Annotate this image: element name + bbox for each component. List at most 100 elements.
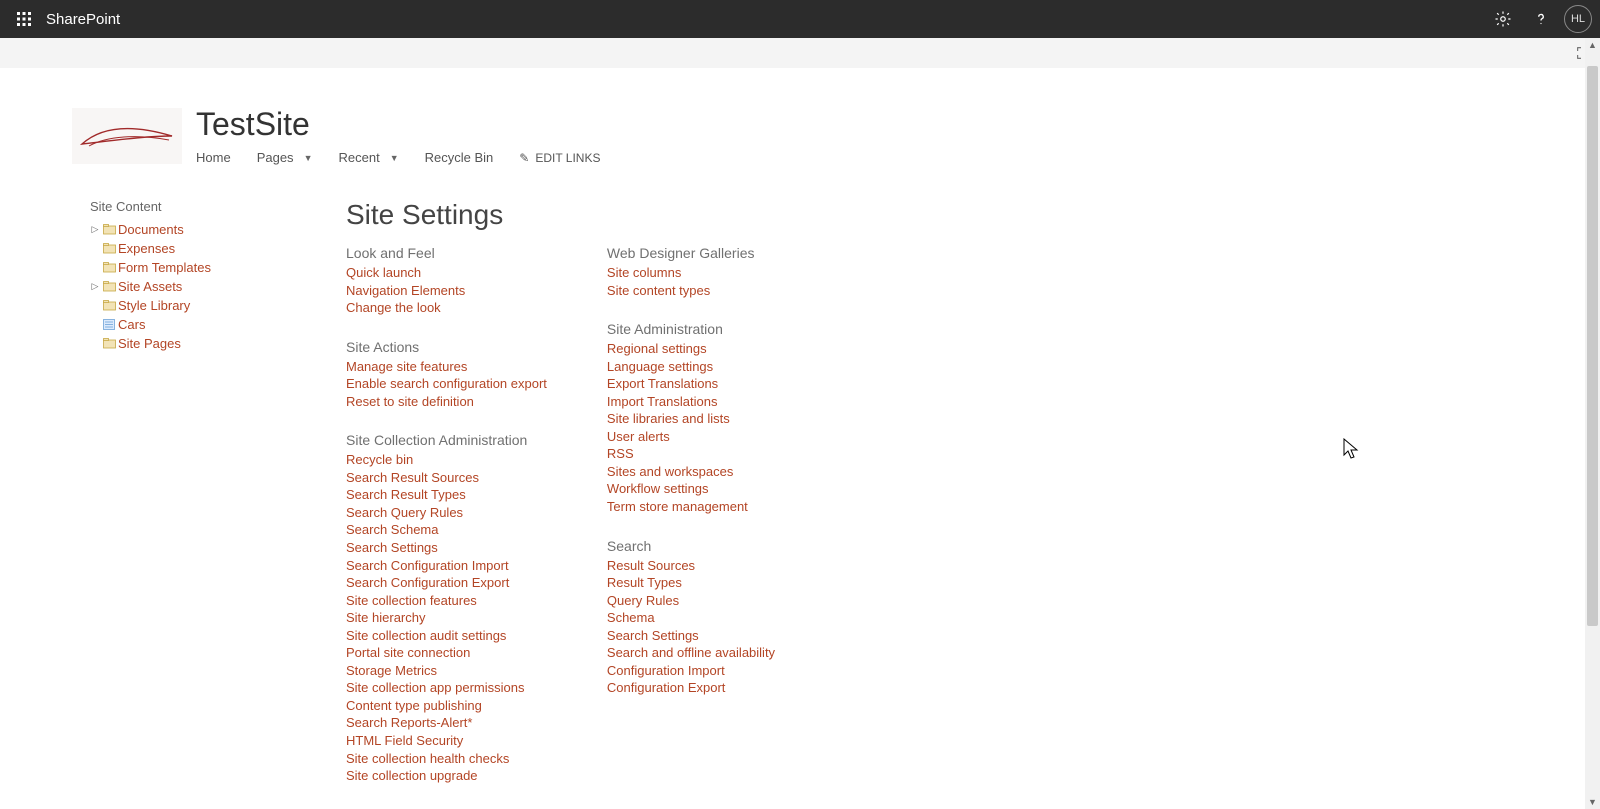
group-heading: Look and Feel	[346, 245, 547, 261]
settings-link[interactable]: Query Rules	[607, 592, 775, 610]
nav-home[interactable]: Home	[196, 150, 231, 165]
vertical-scrollbar[interactable]: ▲ ▼	[1585, 38, 1600, 809]
settings-link[interactable]: Site collection audit settings	[346, 627, 547, 645]
nav-pages[interactable]: Pages ▼	[257, 150, 313, 165]
settings-link[interactable]: Export Translations	[607, 375, 775, 393]
app-launcher-icon[interactable]	[8, 3, 40, 35]
tree-link[interactable]: Site Pages	[118, 336, 181, 351]
settings-group: Look and Feel Quick launchNavigation Elem…	[346, 245, 547, 317]
settings-link[interactable]: Search Reports-Alert*	[346, 714, 547, 732]
settings-link[interactable]: Search Configuration Export	[346, 574, 547, 592]
settings-link[interactable]: Search Result Sources	[346, 469, 547, 487]
avatar[interactable]: HL	[1564, 5, 1592, 33]
edit-links-button[interactable]: ✎ EDIT LINKS	[519, 151, 600, 165]
tree-item: Site Pages	[90, 334, 322, 352]
site-logo[interactable]	[72, 108, 182, 164]
settings-link[interactable]: HTML Field Security	[346, 732, 547, 750]
title-block: TestSite Home Pages ▼ Recent ▼ Recycle B…	[196, 108, 600, 165]
settings-link[interactable]: Quick launch	[346, 264, 547, 282]
settings-link[interactable]: Recycle bin	[346, 451, 547, 469]
settings-link[interactable]: Content type publishing	[346, 697, 547, 715]
settings-column-2: Web Designer Galleries Site columnsSite c…	[607, 245, 775, 809]
chevron-down-icon: ▼	[390, 153, 399, 163]
settings-link[interactable]: Site content types	[607, 282, 775, 300]
settings-group: Site ActionsManage site featuresEnable s…	[346, 339, 547, 411]
settings-link[interactable]: Manage site features	[346, 358, 547, 376]
left-nav-heading: Site Content	[90, 199, 322, 214]
settings-link[interactable]: Workflow settings	[607, 480, 775, 498]
group-heading: Web Designer Galleries	[607, 245, 775, 261]
site-content-tree: ▷ Documents Expenses Form Templates ▷ Site As…	[90, 220, 322, 352]
settings-link[interactable]: Search and offline availability	[607, 644, 775, 662]
tree-link[interactable]: Style Library	[118, 298, 190, 313]
page-title: Site Settings	[346, 199, 1600, 231]
suite-brand[interactable]: SharePoint	[46, 11, 120, 28]
gear-icon[interactable]	[1488, 4, 1518, 34]
settings-link[interactable]: Search Schema	[346, 521, 547, 539]
settings-group: Site Collection AdministrationRecycle bi…	[346, 432, 547, 784]
settings-link[interactable]: Configuration Export	[607, 679, 775, 697]
settings-link[interactable]: Change the look	[346, 299, 547, 317]
group-heading: Search	[607, 538, 775, 554]
nav-pages-label: Pages	[257, 150, 294, 165]
folder-icon	[102, 280, 116, 292]
site-header: TestSite Home Pages ▼ Recent ▼ Recycle B…	[0, 68, 1600, 165]
scroll-thumb[interactable]	[1587, 66, 1598, 626]
tree-item: Style Library	[90, 296, 322, 314]
folder-icon	[102, 223, 116, 235]
suite-bar: SharePoint HL	[0, 0, 1600, 38]
tree-link[interactable]: Documents	[118, 222, 184, 237]
settings-link[interactable]: Site hierarchy	[346, 609, 547, 627]
settings-link[interactable]: Site collection upgrade	[346, 767, 547, 785]
tree-link[interactable]: Expenses	[118, 241, 175, 256]
settings-link[interactable]: Term store management	[607, 498, 775, 516]
tree-link[interactable]: Form Templates	[118, 260, 211, 275]
pencil-icon: ✎	[519, 151, 529, 165]
tree-item: Cars	[90, 315, 322, 333]
ribbon-row	[0, 38, 1600, 68]
settings-link[interactable]: Result Sources	[607, 557, 775, 575]
settings-link[interactable]: Site columns	[607, 264, 775, 282]
tree-link[interactable]: Site Assets	[118, 279, 182, 294]
expand-icon[interactable]: ▷	[90, 224, 100, 235]
settings-link[interactable]: Regional settings	[607, 340, 775, 358]
settings-link[interactable]: Search Query Rules	[346, 504, 547, 522]
nav-recent-label: Recent	[338, 150, 379, 165]
settings-link[interactable]: Search Settings	[607, 627, 775, 645]
settings-link[interactable]: Reset to site definition	[346, 393, 547, 411]
expand-icon[interactable]: ▷	[90, 281, 100, 292]
settings-link[interactable]: Language settings	[607, 358, 775, 376]
settings-link[interactable]: Storage Metrics	[346, 662, 547, 680]
settings-link[interactable]: RSS	[607, 445, 775, 463]
settings-link[interactable]: Schema	[607, 609, 775, 627]
scroll-down-icon[interactable]: ▼	[1585, 795, 1600, 809]
settings-column-1: Look and Feel Quick launchNavigation Elem…	[346, 245, 547, 809]
nav-recycle-bin[interactable]: Recycle Bin	[425, 150, 494, 165]
tree-link[interactable]: Cars	[118, 317, 145, 332]
settings-link[interactable]: Search Settings	[346, 539, 547, 557]
settings-link[interactable]: Portal site connection	[346, 644, 547, 662]
settings-link[interactable]: Search Configuration Import	[346, 557, 547, 575]
tree-item: Form Templates	[90, 258, 322, 276]
nav-recent[interactable]: Recent ▼	[338, 150, 398, 165]
page-body: Site Content ▷ Documents Expenses Form Temp…	[0, 165, 1600, 809]
settings-link[interactable]: User alerts	[607, 428, 775, 446]
settings-link[interactable]: Site collection app permissions	[346, 679, 547, 697]
suite-right: HL	[1488, 4, 1592, 34]
folder-icon	[102, 242, 116, 254]
settings-link[interactable]: Enable search configuration export	[346, 375, 547, 393]
settings-link[interactable]: Sites and workspaces	[607, 463, 775, 481]
settings-link[interactable]: Result Types	[607, 574, 775, 592]
settings-link[interactable]: Site collection health checks	[346, 750, 547, 768]
help-icon[interactable]	[1526, 4, 1556, 34]
folder-icon	[102, 261, 116, 273]
settings-link[interactable]: Configuration Import	[607, 662, 775, 680]
settings-link[interactable]: Search Result Types	[346, 486, 547, 504]
settings-link[interactable]: Import Translations	[607, 393, 775, 411]
settings-link[interactable]: Navigation Elements	[346, 282, 547, 300]
settings-link[interactable]: Site collection features	[346, 592, 547, 610]
settings-link[interactable]: Site libraries and lists	[607, 410, 775, 428]
scroll-up-icon[interactable]: ▲	[1585, 38, 1600, 52]
tree-item: Expenses	[90, 239, 322, 257]
site-title[interactable]: TestSite	[196, 108, 600, 140]
